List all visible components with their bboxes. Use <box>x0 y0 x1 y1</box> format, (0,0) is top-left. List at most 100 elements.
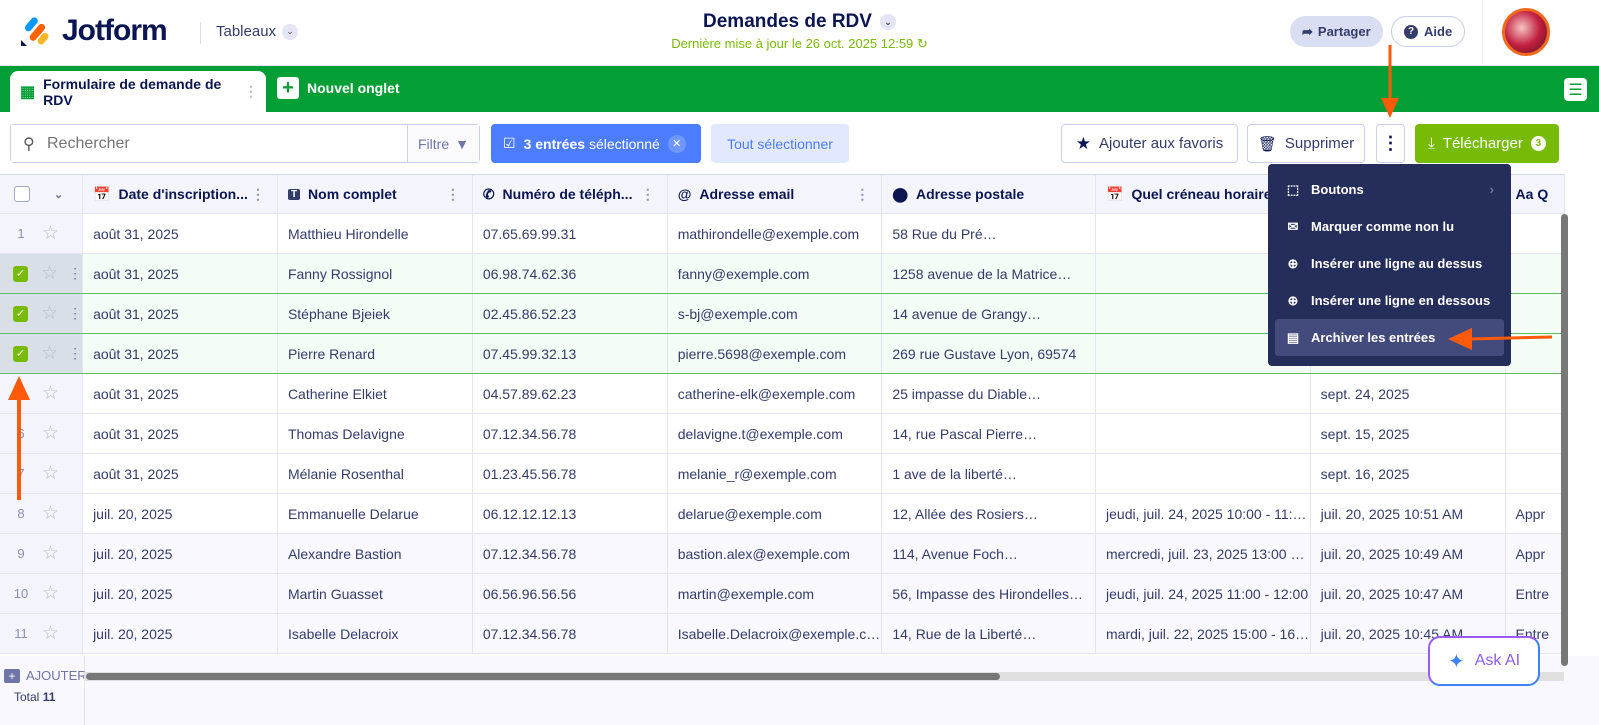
table-cell[interactable]: Emmanuelle Delarue <box>278 494 473 533</box>
table-cell[interactable]: 07.12.34.56.78 <box>473 414 668 453</box>
tab-formulaire[interactable]: ▦ Formulaire de demande de RDV ⋮ <box>10 71 266 112</box>
table-cell[interactable]: Isabelle.Delacroix@exemple.c… <box>668 614 883 653</box>
table-cell[interactable]: 14, Rue de la Liberté… <box>882 614 1097 653</box>
row-number[interactable]: 9 <box>0 546 42 561</box>
table-cell[interactable]: bastion.alex@exemple.com <box>668 534 883 573</box>
table-cell[interactable]: 04.57.89.62.23 <box>473 374 668 413</box>
new-tab-button[interactable]: + Nouvel onglet <box>277 77 400 99</box>
table-cell[interactable]: juil. 20, 2025 <box>83 614 278 653</box>
more-options-button[interactable]: ⋮ <box>1376 124 1405 163</box>
menu-item-archive[interactable]: ▤ Archiver les entrées <box>1275 319 1504 356</box>
star-icon[interactable]: ☆ <box>42 222 59 245</box>
table-cell[interactable]: juil. 20, 2025 <box>83 574 278 613</box>
help-button[interactable]: ? Aide <box>1391 16 1466 47</box>
table-cell[interactable]: Isabelle Delacroix <box>278 614 473 653</box>
select-all-checkbox[interactable] <box>14 186 30 202</box>
column-options-icon[interactable]: ⋮ <box>251 186 265 203</box>
table-cell[interactable]: Pierre Renard <box>278 334 473 373</box>
table-cell[interactable]: juil. 20, 2025 <box>83 494 278 533</box>
row-number[interactable]: 10 <box>0 586 42 601</box>
table-cell[interactable]: delavigne.t@exemple.com <box>668 414 883 453</box>
table-cell[interactable]: Appr <box>1506 534 1565 573</box>
row-checkbox[interactable]: ✓ <box>13 305 29 322</box>
row-number[interactable]: 8 <box>0 506 42 521</box>
vertical-scrollbar[interactable] <box>1561 214 1568 666</box>
column-options-icon[interactable]: ⋮ <box>446 186 460 203</box>
table-cell[interactable]: fanny@exemple.com <box>668 254 883 293</box>
table-cell[interactable]: juil. 20, 2025 10:51 AM <box>1311 494 1506 533</box>
table-cell[interactable]: melanie_r@exemple.com <box>668 454 883 493</box>
column-header-address[interactable]: ⬤ Adresse postale <box>882 175 1097 213</box>
star-icon[interactable]: ☆ <box>42 382 59 405</box>
table-row[interactable]: 11 ☆ juil. 20, 2025 Isabelle Delacroix 07.12… <box>0 614 1565 654</box>
table-cell[interactable]: Martin Guasset <box>278 574 473 613</box>
add-row-button[interactable]: + AJOUTER <box>4 668 87 683</box>
table-cell[interactable]: jeudi, juil. 24, 2025 10:00 - 11:… <box>1096 494 1311 533</box>
table-cell[interactable]: delarue@exemple.com <box>668 494 883 533</box>
table-cell[interactable]: 25 impasse du Diable… <box>882 374 1097 413</box>
star-icon[interactable]: ☆ <box>42 422 59 445</box>
table-cell[interactable]: Fanny Rossignol <box>278 254 473 293</box>
star-icon[interactable]: ☆ <box>42 582 59 605</box>
row-number[interactable]: 11 <box>0 626 42 641</box>
row-number[interactable]: 7 <box>0 466 42 481</box>
menu-item-insert-below[interactable]: ⊕ Insérer une ligne en dessous <box>1275 282 1504 319</box>
table-cell[interactable]: Appr <box>1506 494 1565 533</box>
table-cell[interactable] <box>1506 254 1565 293</box>
ask-ai-button[interactable]: ✦ Ask AI <box>1428 636 1540 686</box>
table-cell[interactable]: catherine-elk@exemple.com <box>668 374 883 413</box>
hamburger-menu-icon[interactable]: ☰ <box>1564 78 1587 101</box>
column-header-phone[interactable]: ✆ Numéro de téléph... ⋮ <box>473 175 668 213</box>
table-cell[interactable]: 1 ave de la liberté… <box>882 454 1097 493</box>
table-cell[interactable]: 06.98.74.62.36 <box>473 254 668 293</box>
table-cell[interactable]: août 31, 2025 <box>83 334 278 373</box>
table-cell[interactable] <box>1506 294 1565 333</box>
row-number[interactable]: 6 <box>0 426 42 441</box>
menu-item-mark-unread[interactable]: ✉ Marquer comme non lu <box>1275 208 1504 245</box>
table-cell[interactable]: s-bj@exemple.com <box>668 294 883 333</box>
table-cell[interactable] <box>1506 214 1565 253</box>
column-header-name[interactable]: T Nom complet ⋮ <box>278 175 473 213</box>
column-options-icon[interactable]: ⋮ <box>855 186 869 203</box>
star-icon[interactable]: ☆ <box>42 462 59 485</box>
row-number[interactable]: 5 <box>0 386 42 401</box>
table-cell[interactable] <box>1506 374 1565 413</box>
table-cell[interactable]: juil. 20, 2025 10:47 AM <box>1311 574 1506 613</box>
row-checkbox[interactable]: ✓ <box>13 345 29 362</box>
table-cell[interactable]: 06.12.12.12.13 <box>473 494 668 533</box>
table-cell[interactable]: sept. 15, 2025 <box>1311 414 1506 453</box>
table-cell[interactable]: 06.56.96.56.56 <box>473 574 668 613</box>
filter-button[interactable]: Filtre ▼ <box>407 125 479 162</box>
table-cell[interactable]: 269 rue Gustave Lyon, 69574 <box>882 334 1097 373</box>
table-cell[interactable]: 1258 avenue de la Matrice… <box>882 254 1097 293</box>
table-cell[interactable]: 14 avenue de Grangy… <box>882 294 1097 333</box>
share-button[interactable]: ➦ Partager <box>1290 16 1383 47</box>
table-cell[interactable]: 01.23.45.56.78 <box>473 454 668 493</box>
table-cell[interactable] <box>1506 454 1565 493</box>
table-cell[interactable]: Mélanie Rosenthal <box>278 454 473 493</box>
table-cell[interactable] <box>1506 334 1565 373</box>
table-cell[interactable]: 56, Impasse des Hirondelles… <box>882 574 1097 613</box>
menu-item-buttons[interactable]: ⬚ Boutons › <box>1275 171 1504 208</box>
table-cell[interactable]: Stéphane Bjeiek <box>278 294 473 333</box>
table-cell[interactable]: jeudi, juil. 24, 2025 11:00 - 12:00 <box>1096 574 1311 613</box>
download-button[interactable]: ⤓ Télécharger 3 <box>1415 124 1559 163</box>
table-cell[interactable]: 58 Rue du Pré… <box>882 214 1097 253</box>
table-cell[interactable]: 14, rue Pascal Pierre… <box>882 414 1097 453</box>
column-header-q[interactable]: Aa Q <box>1506 175 1565 213</box>
table-cell[interactable]: sept. 16, 2025 <box>1311 454 1506 493</box>
star-icon[interactable]: ☆ <box>42 622 59 645</box>
table-cell[interactable]: août 31, 2025 <box>83 214 278 253</box>
chevron-down-icon[interactable]: ⌄ <box>54 188 63 201</box>
table-cell[interactable]: août 31, 2025 <box>83 294 278 333</box>
clear-selection-icon[interactable]: ✕ <box>667 134 686 153</box>
tab-options-icon[interactable]: ⋮ <box>244 83 258 100</box>
row-options-icon[interactable]: ⋮ <box>68 345 82 362</box>
table-row[interactable]: 9 ☆ juil. 20, 2025 Alexandre Bastion 07.12.3… <box>0 534 1565 574</box>
search-input[interactable] <box>11 125 407 162</box>
table-cell[interactable] <box>1096 414 1311 453</box>
table-cell[interactable]: sept. 24, 2025 <box>1311 374 1506 413</box>
table-row[interactable]: 6 ☆ août 31, 2025 Thomas Delavigne 07.12.34.… <box>0 414 1565 454</box>
add-favorites-button[interactable]: ★ Ajouter aux favoris <box>1061 124 1238 163</box>
table-cell[interactable]: août 31, 2025 <box>83 414 278 453</box>
